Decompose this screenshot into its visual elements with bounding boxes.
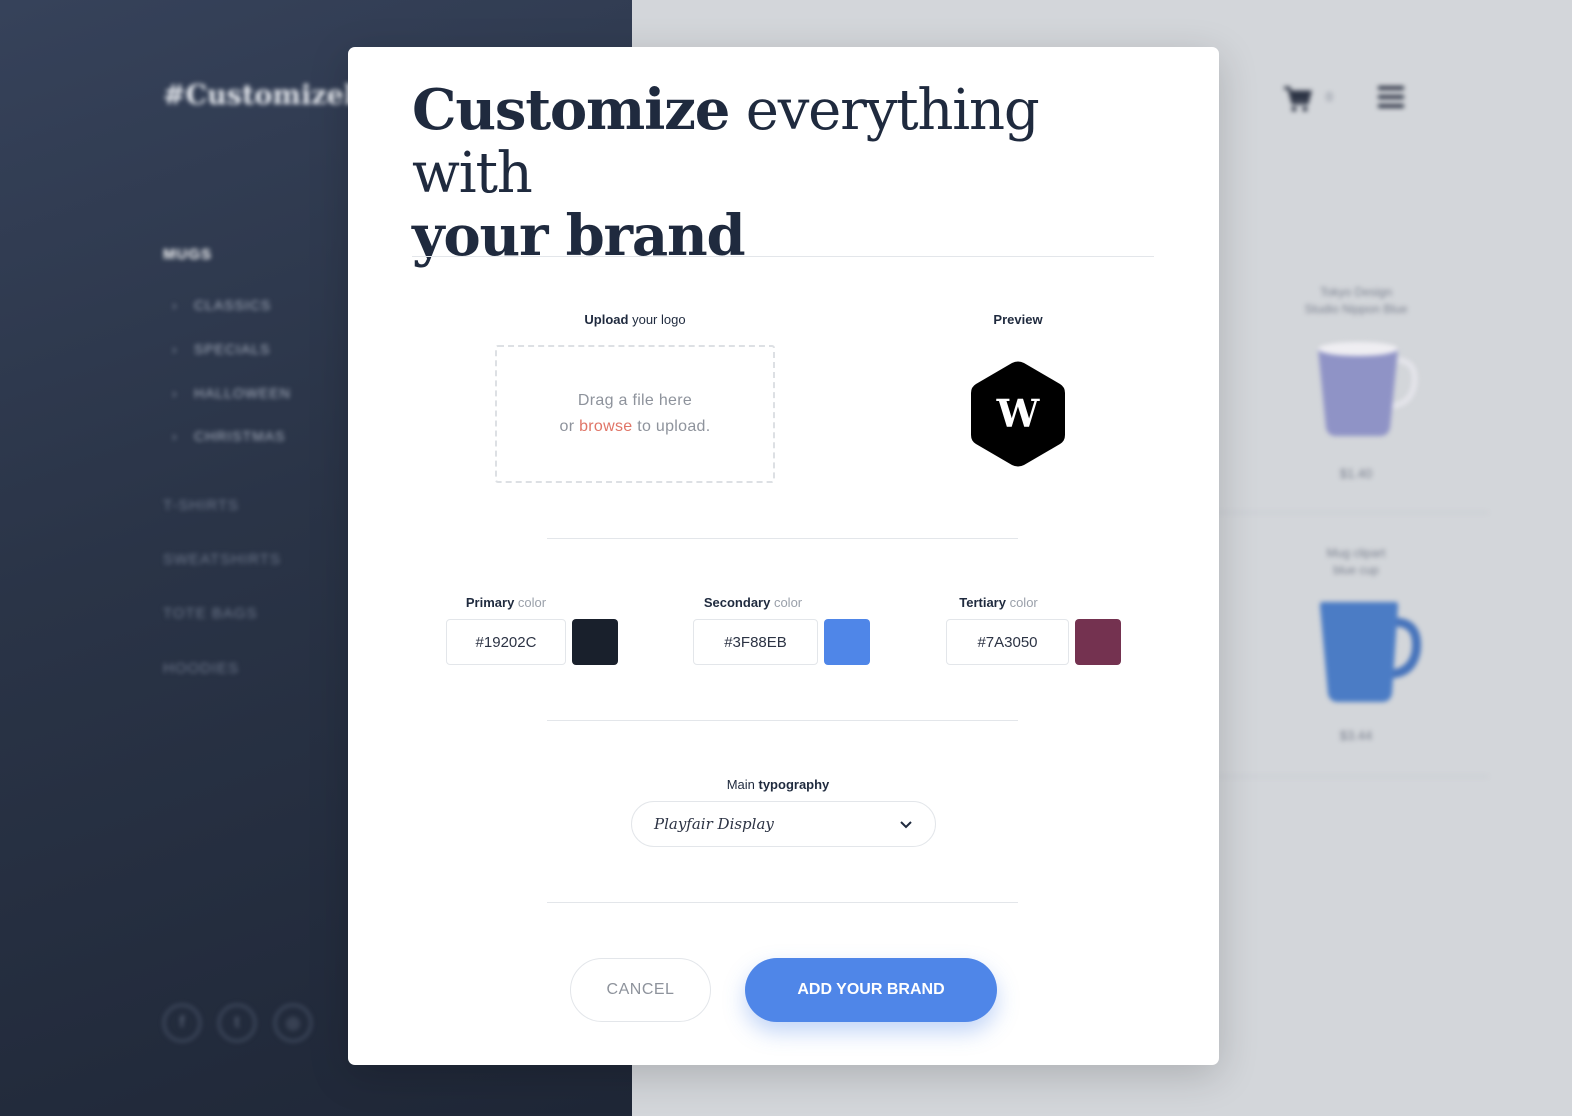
logo-preview-hexagon: W [971, 361, 1065, 467]
chevron-right-icon: › [172, 297, 178, 313]
twitter-icon[interactable]: t [218, 1004, 256, 1042]
subcategory-item[interactable]: › SPECIALS [172, 341, 270, 357]
tertiary-color-picker: #7A3050 [946, 619, 1121, 665]
divider [547, 538, 1018, 539]
add-your-brand-button[interactable]: ADD YOUR BRAND [745, 958, 997, 1022]
tertiary-color-label: Tertiary color [959, 595, 1038, 610]
divider [412, 256, 1154, 257]
product-name[interactable]: Tokyo Design Studio Nippon Blue [1256, 284, 1456, 318]
typography-label: Main typography [726, 777, 830, 792]
primary-color-label: Primary color [465, 595, 547, 610]
subcategory-item[interactable]: › CLASSICS [172, 297, 271, 313]
facebook-icon[interactable]: f [163, 1004, 201, 1042]
brand-customization-modal: Customize everything with your brand Upl… [348, 47, 1219, 1065]
tertiary-color-input[interactable]: #7A3050 [946, 619, 1069, 665]
chevron-right-icon: › [172, 428, 178, 444]
category-item[interactable]: TOTE BAGS [163, 605, 258, 622]
browse-link[interactable]: browse [579, 418, 632, 435]
brand-logo[interactable]: #Customizely [163, 80, 370, 111]
category-title-mugs[interactable]: MUGS [163, 246, 212, 263]
subcategory-item[interactable]: › CHRISTMAS [172, 428, 285, 444]
dropzone-instructions: or browse to upload. [559, 418, 711, 435]
instagram-icon[interactable]: ◎ [274, 1004, 312, 1042]
divider [547, 902, 1018, 903]
product-price: $1.40 [1339, 466, 1373, 481]
secondary-color-swatch[interactable] [824, 619, 870, 665]
subcategory-item[interactable]: › HALLOWEEN [172, 385, 291, 401]
tertiary-color-swatch[interactable] [1075, 619, 1121, 665]
cart-icon[interactable] [1282, 84, 1312, 114]
primary-color-input[interactable]: #19202C [446, 619, 566, 665]
preview-label: Preview [993, 312, 1043, 327]
secondary-color-picker: #3F88EB [693, 619, 870, 665]
chevron-right-icon: › [172, 341, 178, 357]
secondary-color-label: Secondary color [703, 595, 803, 610]
category-item[interactable]: HOODIES [163, 660, 239, 677]
logo-dropzone[interactable]: Drag a file here or browse to upload. [495, 345, 775, 483]
chevron-right-icon: › [172, 385, 178, 401]
product-image-blue-mug[interactable] [1318, 600, 1422, 704]
category-item[interactable]: T-SHIRTS [163, 497, 239, 514]
product-price: $3.44 [1339, 728, 1373, 743]
secondary-color-input[interactable]: #3F88EB [693, 619, 818, 665]
modal-title: Customize everything with your brand [412, 77, 1040, 269]
typography-select[interactable]: Playfair Display [631, 801, 936, 847]
divider [547, 720, 1018, 721]
primary-color-picker: #19202C [446, 619, 618, 665]
logo-preview-letter: W [996, 391, 1041, 436]
cancel-button[interactable]: CANCEL [570, 958, 711, 1022]
product-image-lavender-mug[interactable] [1316, 340, 1420, 438]
hamburger-menu-icon[interactable] [1378, 86, 1404, 113]
chevron-down-icon [900, 821, 912, 829]
category-item[interactable]: SWEATSHIRTS [163, 551, 281, 568]
primary-color-swatch[interactable] [572, 619, 618, 665]
upload-logo-label: Upload your logo [584, 312, 686, 327]
product-name[interactable]: Mug clipart blue cup [1256, 545, 1456, 579]
divider [1218, 512, 1488, 513]
cart-count: 0 [1326, 90, 1333, 104]
divider [1218, 776, 1488, 777]
typography-selected-value: Playfair Display [654, 815, 774, 833]
